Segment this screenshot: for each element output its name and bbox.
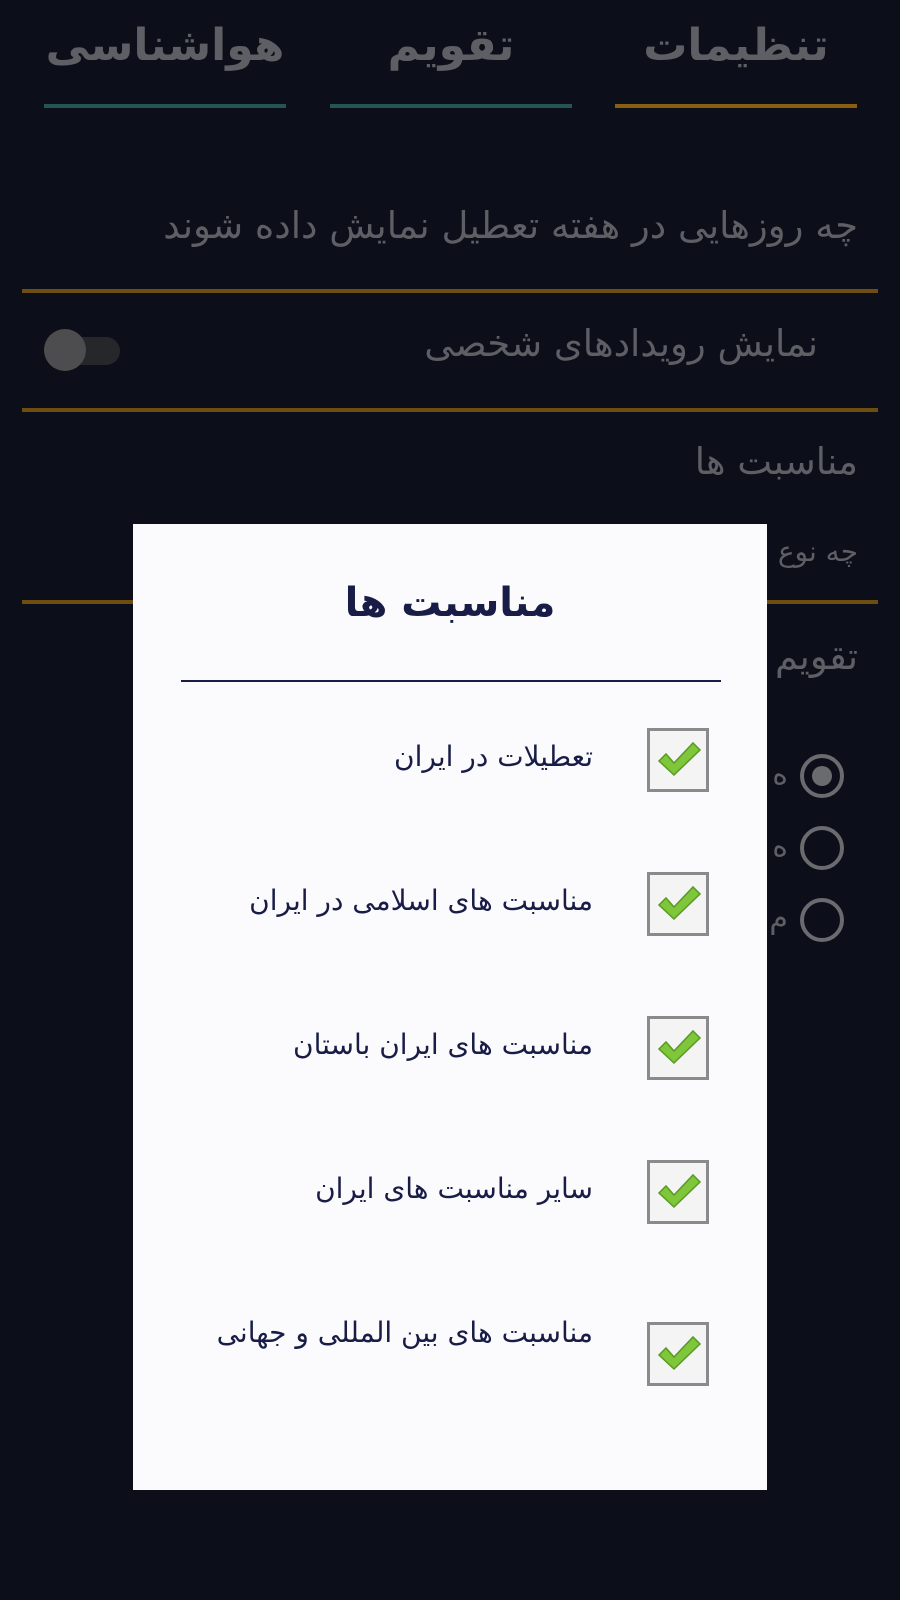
- personal-events-label: نمایش رویدادهای شخصی: [424, 322, 818, 365]
- occasion-option-islamic[interactable]: مناسبت های اسلامی در ایران: [133, 870, 767, 970]
- tab-settings-underline: [615, 104, 857, 108]
- checkmark-icon: [657, 1335, 702, 1371]
- option-label: تعطیلات در ایران: [394, 740, 593, 773]
- occasions-setting-subtitle: چه نوع: [777, 535, 858, 568]
- option-label: مناسبت های اسلامی در ایران: [249, 884, 593, 917]
- radio-label-1: ه: [772, 757, 788, 792]
- occasion-option-ancient-iran[interactable]: مناسبت های ایران باستان: [133, 1014, 767, 1114]
- checkmark-icon: [657, 1173, 702, 1209]
- divider: [22, 289, 878, 293]
- dialog-title: مناسبت ها: [344, 580, 556, 626]
- option-label: سایر مناسبت های ایران: [315, 1172, 593, 1205]
- tab-settings-label: تنظیمات: [643, 20, 829, 71]
- tab-weather-underline: [44, 104, 286, 108]
- tab-bar: تنظیمات تقویم هواشناسی: [0, 0, 900, 110]
- option-label: مناسبت های ایران باستان: [293, 1028, 593, 1061]
- tab-settings[interactable]: تنظیمات: [615, 0, 857, 108]
- occasion-option-other-iran[interactable]: سایر مناسبت های ایران: [133, 1158, 767, 1258]
- radio-option-3[interactable]: [800, 898, 844, 942]
- divider: [22, 408, 878, 412]
- toggle-knob[interactable]: [44, 329, 86, 371]
- holidays-days-setting[interactable]: چه روزهایی در هفته تعطیل نمایش داده شوند: [163, 204, 858, 247]
- tab-calendar-label: تقویم: [387, 20, 515, 71]
- radio-label-2: ه: [772, 829, 788, 864]
- checkbox[interactable]: [647, 728, 709, 792]
- calendar-type-title: تقویم: [774, 635, 858, 678]
- checkmark-icon: [657, 885, 702, 921]
- checkbox[interactable]: [647, 1016, 709, 1080]
- checkbox[interactable]: [647, 1160, 709, 1224]
- dialog-divider: [181, 680, 721, 682]
- checkmark-icon: [657, 1029, 702, 1065]
- tab-calendar-underline: [330, 104, 572, 108]
- radio-label-3: م: [769, 901, 788, 936]
- occasions-dialog: مناسبت ها تعطیلات در ایران مناسبت های اس…: [133, 524, 767, 1490]
- radio-selected-dot: [812, 766, 832, 786]
- tab-weather[interactable]: هواشناسی: [44, 0, 286, 108]
- tab-calendar[interactable]: تقویم: [330, 0, 572, 108]
- tab-weather-label: هواشناسی: [45, 20, 285, 71]
- radio-option-1[interactable]: [800, 754, 844, 798]
- checkbox[interactable]: [647, 872, 709, 936]
- checkmark-icon: [657, 741, 702, 777]
- radio-option-2[interactable]: [800, 826, 844, 870]
- option-label: مناسبت های بین المللی و جهانی: [216, 1316, 593, 1349]
- checkbox[interactable]: [647, 1322, 709, 1386]
- occasion-option-iran-holidays[interactable]: تعطیلات در ایران: [133, 726, 767, 826]
- occasions-setting-title[interactable]: مناسبت ها: [695, 440, 858, 483]
- occasion-option-international[interactable]: مناسبت های بین المللی و جهانی: [133, 1316, 767, 1420]
